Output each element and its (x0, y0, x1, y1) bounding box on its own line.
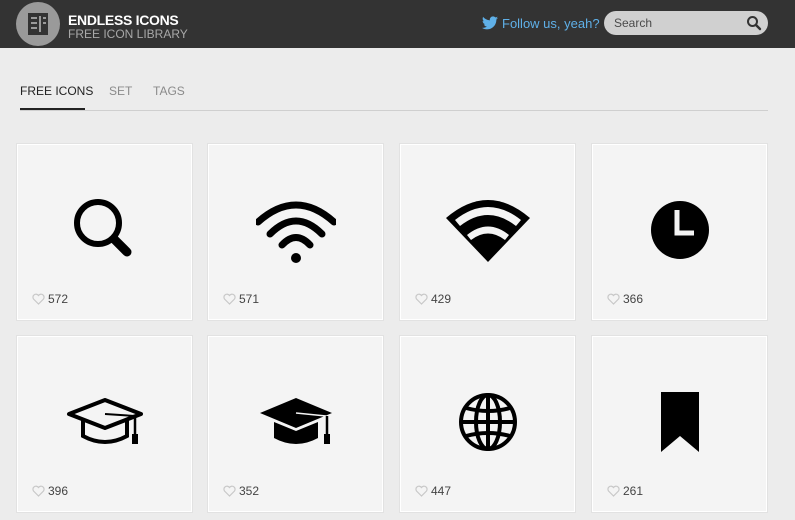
tab-tags[interactable]: TAGS (153, 84, 185, 98)
active-tab-indicator (20, 108, 85, 110)
globe-icon (458, 393, 517, 451)
icon-card[interactable]: 261 (592, 336, 767, 512)
like-count-value: 447 (431, 484, 452, 498)
clock-icon (650, 201, 709, 259)
category-tabs: FREE ICONS SET TAGS (20, 78, 768, 111)
icon-card[interactable]: 366 (592, 144, 767, 320)
follow-label: Follow us, yeah? (502, 15, 600, 31)
wifi-filled-icon (445, 200, 530, 262)
icon-card[interactable]: 447 (400, 336, 575, 512)
heart-icon (415, 293, 428, 305)
like-count-value: 261 (623, 484, 644, 498)
like-count[interactable]: 571 (223, 292, 259, 306)
heart-icon (607, 485, 620, 497)
heart-icon (223, 485, 236, 497)
wifi-icon (255, 201, 336, 263)
magnifier-icon (73, 199, 131, 257)
icon-card[interactable]: 396 (17, 336, 192, 512)
heart-icon (32, 485, 45, 497)
like-count-value: 571 (239, 292, 260, 306)
like-count[interactable]: 366 (607, 292, 643, 306)
top-header: ENDLESS ICONS FREE ICON LIBRARY Follow u… (0, 0, 795, 48)
like-count[interactable]: 447 (415, 484, 451, 498)
like-count-value: 366 (623, 292, 644, 306)
twitter-bird-icon (482, 16, 498, 30)
heart-icon (32, 293, 45, 305)
bookmark-icon (660, 392, 699, 452)
graduation-cap-icon (259, 398, 332, 444)
like-count-value: 396 (48, 484, 69, 498)
heart-icon (415, 485, 428, 497)
like-count[interactable]: 429 (415, 292, 451, 306)
like-count-value: 352 (239, 484, 260, 498)
icon-card[interactable]: 429 (400, 144, 575, 320)
search-box (604, 11, 768, 35)
icon-card[interactable]: 571 (208, 144, 383, 320)
like-count[interactable]: 396 (32, 484, 68, 498)
heart-icon (223, 293, 236, 305)
brand-title[interactable]: ENDLESS ICONS (68, 12, 179, 28)
like-count-value: 572 (48, 292, 69, 306)
tab-free-icons[interactable]: FREE ICONS (20, 84, 93, 98)
graduation-cap-outline-icon (66, 398, 143, 444)
like-count-value: 429 (431, 292, 452, 306)
like-count[interactable]: 572 (32, 292, 68, 306)
icon-card[interactable]: 352 (208, 336, 383, 512)
heart-icon (607, 293, 620, 305)
logo[interactable] (16, 2, 60, 46)
logo-icon (28, 13, 48, 35)
like-count[interactable]: 352 (223, 484, 259, 498)
like-count[interactable]: 261 (607, 484, 643, 498)
icon-card[interactable]: 572 (17, 144, 192, 320)
follow-link[interactable]: Follow us, yeah? (482, 14, 600, 32)
brand-subtitle: FREE ICON LIBRARY (68, 27, 188, 41)
tab-set[interactable]: SET (109, 84, 132, 98)
search-input[interactable] (614, 13, 744, 33)
search-icon[interactable] (746, 15, 762, 31)
